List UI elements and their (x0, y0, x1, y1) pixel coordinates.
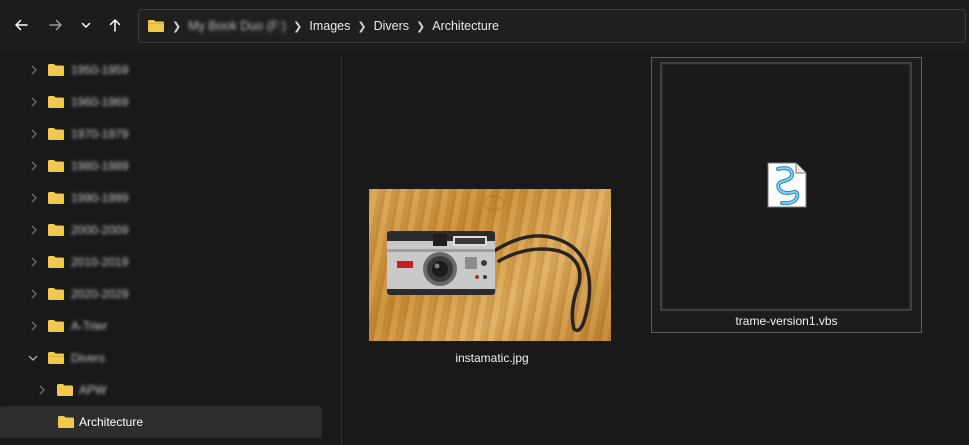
up-button[interactable] (102, 12, 128, 38)
tree-item-label: Architecture (79, 415, 144, 429)
tree-item-apw[interactable]: APW (0, 374, 322, 406)
folder-icon (48, 192, 64, 204)
tree-item-architecture[interactable]: Architecture (0, 406, 322, 438)
chevron-right-icon[interactable] (28, 128, 40, 140)
tree-item-label: 2010-2019 (71, 255, 129, 269)
chevron-right-icon[interactable] (28, 96, 40, 108)
tree-item-2020-2029[interactable]: 2020-2029 (0, 278, 322, 310)
file-name: instamatic.jpg (455, 351, 529, 365)
chevron-down-icon (81, 22, 91, 28)
folder-icon (58, 416, 74, 428)
tree-item-divers[interactable]: Divers (0, 342, 322, 374)
folder-icon (48, 128, 64, 140)
tree-item-2000-2009[interactable]: 2000-2009 (0, 214, 322, 246)
tree-item-label: 1980-1989 (71, 159, 129, 173)
folder-icon (48, 256, 64, 268)
breadcrumb-divers[interactable]: Divers (374, 19, 409, 33)
tree-item-label: A-Trier (71, 319, 108, 333)
tree-item-label: 1960-1969 (71, 95, 129, 109)
tree-item-a-trier[interactable]: A-Trier (0, 310, 322, 342)
file-tile-trame-version1[interactable]: trame-version1.vbs (342, 52, 969, 352)
tree-item-label: APW (79, 383, 107, 397)
arrow-left-icon (15, 19, 28, 31)
selected-file-frame: trame-version1.vbs (651, 57, 922, 333)
back-button[interactable] (8, 12, 34, 38)
chevron-right-icon[interactable] (36, 384, 48, 396)
tree-item-1980-1989[interactable]: 1980-1989 (0, 150, 322, 182)
recent-locations-button[interactable] (73, 12, 99, 38)
arrow-right-icon (49, 19, 62, 31)
tree-item-1960-1969[interactable]: 1960-1969 (0, 86, 322, 118)
chevron-right-icon[interactable] (28, 64, 40, 76)
address-bar[interactable]: ❯ My Book Duo (F:) ❯ Images ❯ Divers ❯ A… (138, 9, 966, 43)
arrow-up-icon (109, 19, 121, 32)
tree-item-1990-1999[interactable]: 1990-1999 (0, 182, 322, 214)
chevron-right-icon[interactable] (28, 224, 40, 236)
tree-item-label: 1950-1959 (71, 63, 129, 77)
tree-item-2010-2019[interactable]: 2010-2019 (0, 246, 322, 278)
chevron-right-icon[interactable] (28, 192, 40, 204)
chevron-down-icon[interactable] (27, 352, 39, 364)
toolbar: ❯ My Book Duo (F:) ❯ Images ❯ Divers ❯ A… (0, 0, 969, 52)
chevron-right-icon: ❯ (357, 20, 367, 33)
folder-icon (57, 384, 73, 396)
folder-icon (48, 96, 64, 108)
chevron-right-icon: ❯ (416, 20, 426, 33)
tree-item-label: Divers (71, 351, 106, 365)
file-name: trame-version1.vbs (735, 314, 838, 328)
folder-icon (148, 20, 164, 32)
tree-item-label: 2000-2009 (71, 223, 129, 237)
folder-icon (48, 64, 64, 76)
folder-icon (48, 224, 64, 236)
chevron-right-icon: ❯ (172, 20, 182, 33)
chevron-right-icon[interactable] (28, 160, 40, 172)
chevron-right-icon: ❯ (293, 20, 303, 33)
file-view: instamatic.jpg trame-version1.vbs (342, 52, 969, 445)
chevron-right-icon[interactable] (28, 288, 40, 300)
folder-icon (48, 160, 64, 172)
chevron-right-icon[interactable] (28, 320, 40, 332)
tree-item-1970-1979[interactable]: 1970-1979 (0, 118, 322, 150)
tree-item-1950-1959[interactable]: 1950-1959 (0, 54, 322, 86)
vbs-script-icon (767, 162, 807, 208)
folder-icon (48, 288, 64, 300)
forward-button[interactable] (43, 12, 69, 38)
tree-item-label: 2020-2029 (71, 287, 129, 301)
folder-icon (48, 320, 64, 332)
breadcrumb-architecture[interactable]: Architecture (432, 19, 499, 33)
tree-item-label: 1990-1999 (71, 191, 129, 205)
breadcrumb-images[interactable]: Images (309, 19, 350, 33)
chevron-right-icon[interactable] (28, 256, 40, 268)
breadcrumb-drive[interactable]: My Book Duo (F:) (188, 19, 286, 33)
navigation-pane: 1950-1959 1960-1969 1970-1979 1980-1989 … (0, 52, 330, 445)
tree-item-label: 1970-1979 (71, 127, 129, 141)
folder-open-icon (48, 352, 64, 364)
file-preview-area (660, 62, 912, 311)
